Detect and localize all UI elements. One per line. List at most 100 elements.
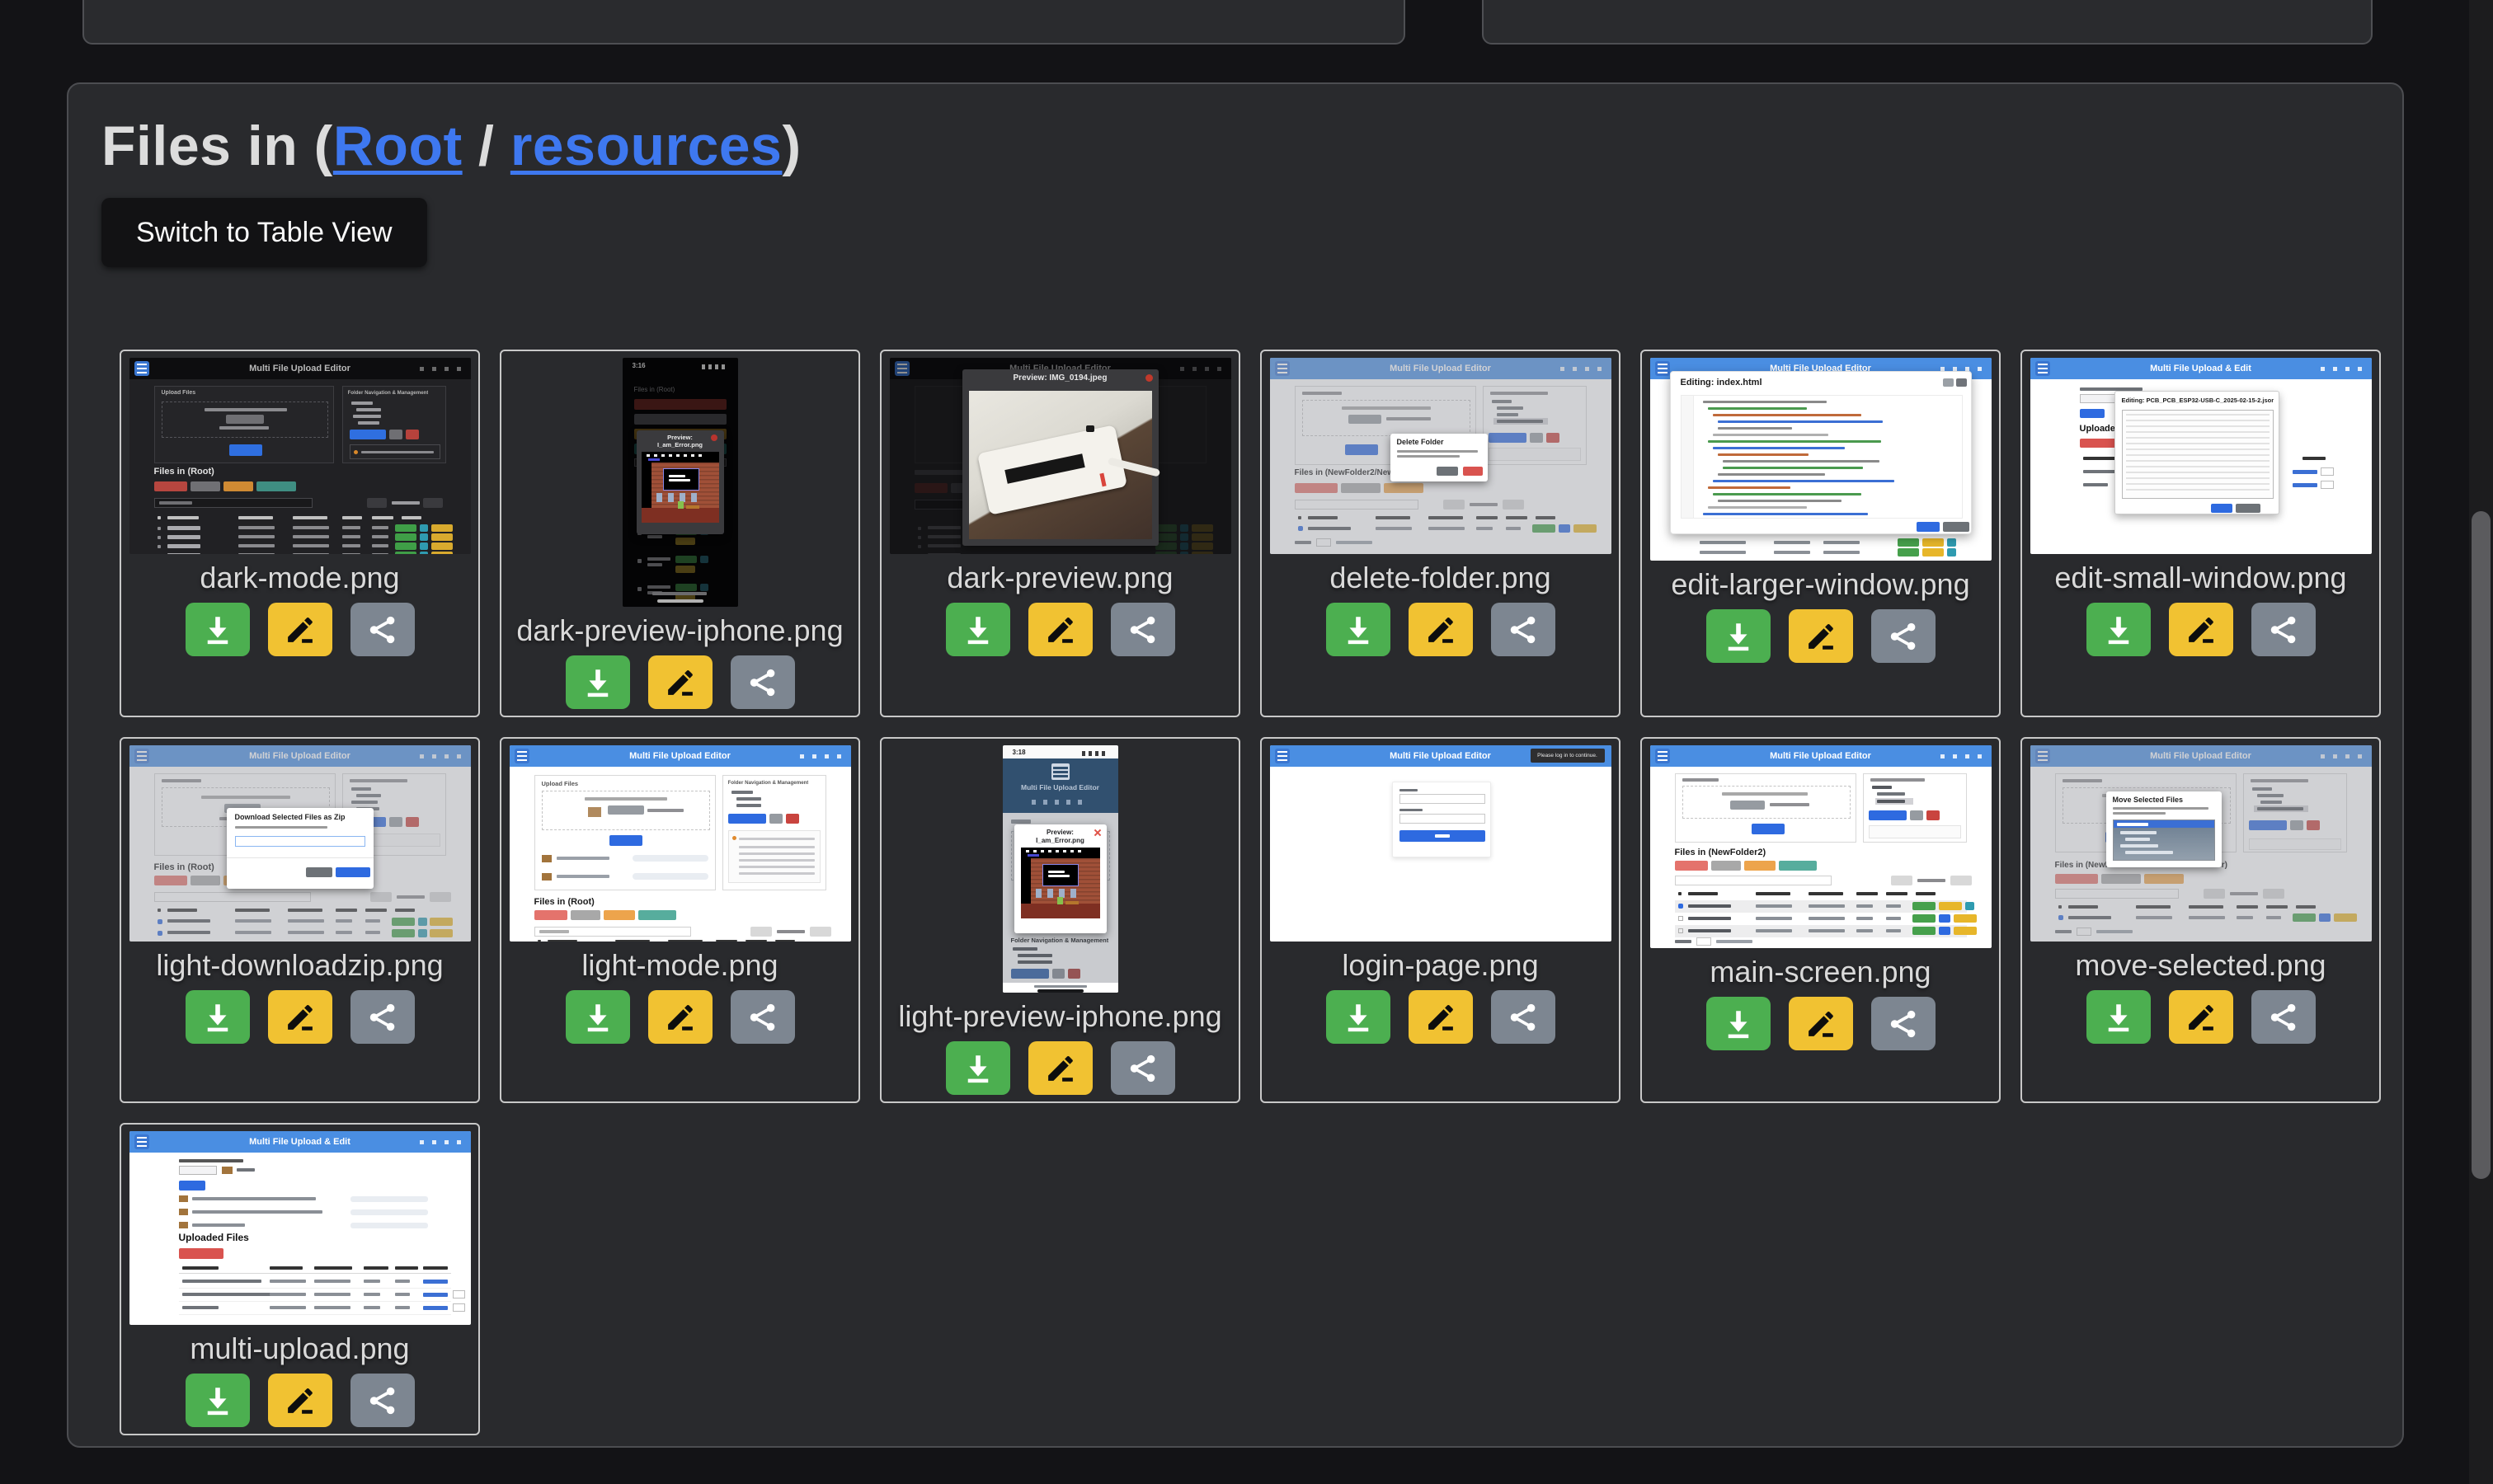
edit-button[interactable] (1028, 603, 1093, 656)
file-name-label: edit-small-window.png (2054, 562, 2346, 594)
file-card: Multi File Upload EditorUpload FilesFold… (120, 350, 480, 717)
download-button[interactable] (946, 1041, 1010, 1095)
download-button[interactable] (186, 1374, 250, 1427)
share-button[interactable] (1111, 603, 1175, 656)
mini-modal: Move Selected Files (2106, 791, 2222, 867)
breadcrumb-root-link[interactable]: Root (333, 115, 463, 177)
file-thumbnail[interactable]: Multi File Upload EditorEditing: index.h… (1650, 358, 1992, 561)
status-icons (1082, 751, 1108, 756)
share-button[interactable] (2251, 603, 2316, 656)
file-thumbnail[interactable]: Multi File Upload EditorUpload FilesFold… (510, 745, 851, 942)
edit-button[interactable] (1789, 997, 1853, 1050)
thumb-decor (270, 1293, 306, 1296)
switch-to-table-view-button[interactable]: Switch to Table View (101, 198, 427, 267)
share-button[interactable] (1111, 1041, 1175, 1095)
edit-button[interactable] (1028, 1041, 1093, 1095)
thumb-decor (1708, 486, 1790, 489)
share-button[interactable] (1491, 603, 1555, 656)
thumbnail-preview-art: 3:16Files in (Root)Preview:I_am_Error.pn… (623, 358, 738, 607)
file-thumbnail[interactable]: Multi File Upload & EditUploaded FiEditi… (2030, 358, 2372, 554)
edit-button[interactable] (268, 603, 332, 656)
share-button[interactable] (731, 990, 795, 1044)
thumb-decor (182, 1306, 219, 1309)
mini-modal: Preview:I_am_Error.png (637, 430, 724, 534)
thumb-box (1399, 794, 1485, 804)
share-button[interactable] (350, 603, 415, 656)
mini-modal-title: Editing: index.html (1681, 378, 1762, 387)
edit-button[interactable] (1409, 603, 1473, 656)
edit-button[interactable] (268, 1374, 332, 1427)
scrollbar-track[interactable] (2469, 0, 2493, 1484)
download-button[interactable] (186, 990, 250, 1044)
edit-button[interactable] (2169, 603, 2233, 656)
thumb-chip (395, 533, 416, 541)
download-button[interactable] (186, 603, 250, 656)
file-thumbnail[interactable]: Multi File Upload EditorPreview: IMG_019… (890, 358, 1231, 554)
file-thumbnail[interactable]: Multi File Upload EditorFiles in (NewFol… (1270, 358, 1611, 554)
share-button[interactable] (731, 655, 795, 709)
edit-button[interactable] (1409, 990, 1473, 1044)
share-button[interactable] (2251, 990, 2316, 1044)
mini-modal-title: Move Selected Files (2113, 796, 2184, 804)
file-thumbnail[interactable]: 3:18Multi File Upload EditorFolder Navig… (1003, 745, 1118, 993)
share-button[interactable] (350, 1374, 415, 1427)
thumb-decor (538, 940, 541, 942)
download-button[interactable] (2086, 603, 2151, 656)
thumb-decor (423, 1280, 448, 1284)
file-thumbnail[interactable]: Multi File Upload EditorPlease log in to… (1270, 745, 1611, 942)
edit-pencil-icon (283, 613, 318, 647)
download-button[interactable] (566, 990, 630, 1044)
file-thumbnail[interactable]: 3:16Files in (Root)Preview:I_am_Error.pn… (623, 358, 738, 607)
download-button[interactable] (2086, 990, 2151, 1044)
photo-thumb (588, 807, 601, 817)
thumb-decor (314, 1293, 350, 1296)
photo-art (969, 391, 1152, 539)
share-button[interactable] (1871, 609, 1936, 663)
breadcrumb-current-link[interactable]: resources (510, 115, 783, 177)
thumb-decor (1756, 892, 1790, 895)
thumb-chip (1922, 548, 1944, 556)
file-thumbnail[interactable]: Multi File Upload EditorFiles in (Root)D… (129, 745, 471, 942)
thumb-decor (1070, 889, 1076, 898)
mini-app-header: Multi File Upload Editor (1003, 758, 1118, 813)
file-card: 3:16Files in (Root)Preview:I_am_Error.pn… (500, 350, 860, 717)
download-button[interactable] (1706, 997, 1771, 1050)
download-button[interactable] (1706, 609, 1771, 663)
download-button[interactable] (566, 655, 630, 709)
thumb-chip (1898, 538, 1919, 547)
thumb-decor (1809, 929, 1845, 932)
edit-pencil-icon (1804, 1007, 1838, 1041)
download-button[interactable] (1326, 603, 1390, 656)
download-button[interactable] (946, 603, 1010, 656)
file-thumbnail[interactable]: Multi File Upload EditorUpload FilesFold… (129, 358, 471, 554)
edit-button[interactable] (648, 655, 713, 709)
thumb-decor (668, 940, 703, 942)
edit-pencil-icon (663, 1000, 698, 1035)
file-thumbnail[interactable]: Multi File Upload EditorFiles in (NewFol… (2030, 745, 2372, 942)
file-thumbnail[interactable]: Multi File Upload & EditUploaded Files (129, 1131, 471, 1325)
thumb-box (1675, 773, 1856, 843)
thumb-decor (1682, 396, 1694, 518)
file-actions (946, 603, 1175, 656)
share-button[interactable] (350, 990, 415, 1044)
file-thumbnail[interactable]: Multi File Upload EditorFiles in (NewFol… (1650, 745, 1992, 948)
edit-button[interactable] (648, 990, 713, 1044)
edit-button[interactable] (2169, 990, 2233, 1044)
file-name-label: move-selected.png (2075, 950, 2326, 981)
thumb-decor (1688, 892, 1718, 895)
thumb-decor (1047, 889, 1053, 898)
download-icon (961, 613, 995, 647)
thumb-decor (2113, 807, 2208, 810)
thumb-text: Upload Files (542, 780, 579, 787)
thumb-decor (1886, 917, 1901, 920)
edit-button[interactable] (268, 990, 332, 1044)
edit-button[interactable] (1789, 609, 1853, 663)
thumb-box (235, 836, 365, 847)
thumb-decor (1708, 440, 1881, 443)
share-button[interactable] (1491, 990, 1555, 1044)
thumb-decor (179, 1314, 451, 1315)
thumbnail-preview-art: Multi File Upload & EditUploaded FiEditi… (2030, 358, 2372, 554)
share-button[interactable] (1871, 997, 1936, 1050)
scrollbar-thumb[interactable] (2472, 511, 2491, 1179)
download-button[interactable] (1326, 990, 1390, 1044)
